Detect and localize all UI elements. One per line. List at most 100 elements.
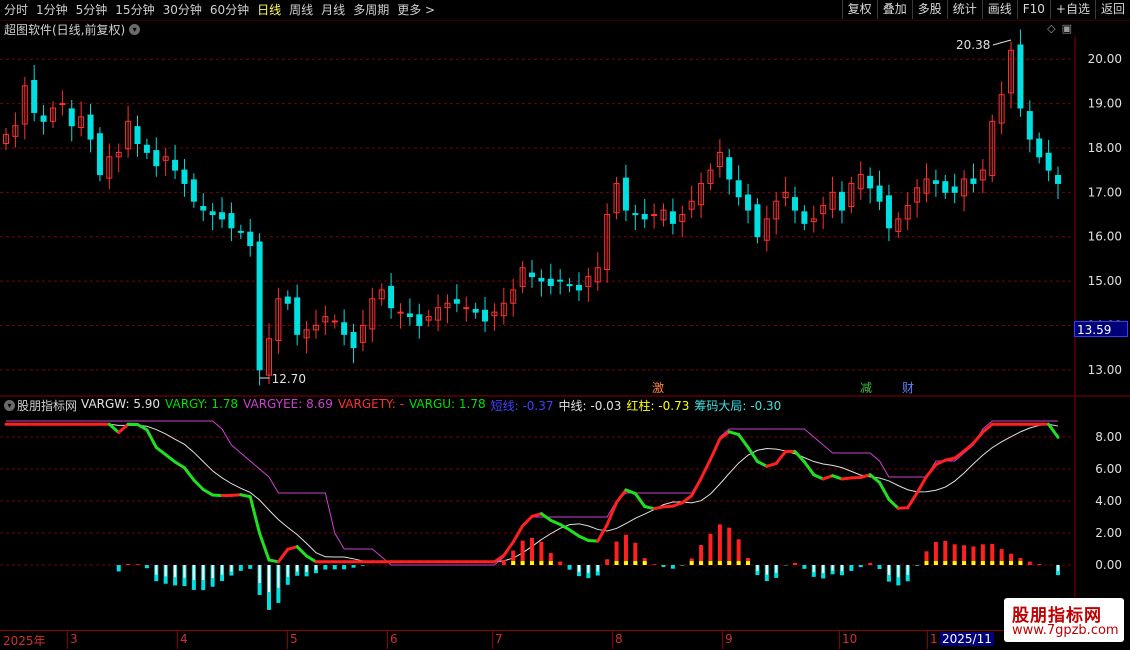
candle-body: [209, 211, 216, 215]
histogram-bar-yellow: [511, 561, 516, 565]
histogram-bar-up: [717, 524, 722, 565]
indicator-axis-label: 0.00: [1095, 558, 1122, 572]
date-label-5: 7: [495, 632, 503, 646]
histogram-bar-white: [211, 565, 214, 579]
candle-body: [228, 213, 235, 229]
candle-body: [557, 279, 564, 282]
vargu-segment: [774, 449, 788, 465]
candle-body: [388, 285, 395, 309]
histogram-bar-white: [155, 565, 158, 575]
date-tick: [839, 631, 840, 649]
histogram-bar-yellow: [633, 561, 638, 565]
current-price-tag: 13.59: [1074, 321, 1128, 337]
histogram-bar-down: [661, 565, 666, 567]
watermark-logo: 股朋指标网 www.7gpzb.com: [1004, 598, 1124, 642]
candle-body: [219, 212, 226, 220]
vargu-segment: [182, 466, 196, 482]
histogram-bar-yellow: [614, 561, 619, 565]
logo-url: www.7gpzb.com: [1012, 623, 1119, 638]
histogram-bar-white: [775, 565, 778, 573]
histogram-bar-down: [915, 565, 920, 566]
vargu-segment: [878, 480, 891, 501]
histogram-bar-down: [567, 565, 572, 570]
histogram-bar-yellow: [933, 561, 938, 565]
vargu-segment: [596, 523, 609, 543]
histogram-bar-yellow: [736, 561, 741, 565]
candle-body: [876, 185, 883, 202]
histogram-bar-yellow: [539, 561, 544, 565]
candle-body: [651, 214, 658, 216]
candle-body: [181, 169, 188, 184]
candle-body: [256, 241, 263, 371]
vargu-segment: [633, 492, 647, 508]
histogram-bar-down: [670, 565, 675, 569]
histogram-bar-white: [202, 565, 205, 581]
histogram-bar-down: [332, 565, 337, 570]
histogram-bar-up: [623, 534, 628, 565]
histogram-bar-up: [868, 562, 873, 565]
histogram-bar-yellow: [746, 561, 751, 565]
candle-body: [838, 191, 845, 211]
vargu-segment: [906, 491, 919, 510]
histogram-bar-yellow: [520, 561, 525, 565]
date-tick: [67, 631, 68, 649]
kline-chart[interactable]: 20.00 19.00 18.00 17.00 16.00 15.00 1 4.00 13.00…: [0, 0, 1130, 650]
candle-body: [1017, 44, 1024, 109]
histogram-bar-yellow: [717, 561, 722, 565]
date-tick: [387, 631, 388, 649]
histogram-bar-yellow: [924, 561, 929, 565]
candle-body: [172, 159, 179, 171]
histogram-bar-yellow: [699, 561, 704, 565]
price-axis-label: 20.00: [1088, 52, 1122, 66]
candle-body: [867, 175, 874, 189]
histogram-bar-yellow: [623, 561, 628, 565]
vargu-segment: [173, 460, 186, 470]
event-badge-1: 减: [860, 381, 872, 395]
indicator-value-6: 中线: -0.03: [558, 398, 622, 413]
candle-body: [801, 211, 808, 224]
histogram-bar-down: [858, 565, 863, 568]
vargu-segment: [737, 433, 750, 449]
date-label-6: 8: [615, 632, 623, 646]
indicator-name: 股朋指标网: [17, 398, 78, 413]
histogram-bar-down: [144, 565, 149, 569]
vargu-segment: [962, 441, 975, 453]
histogram-bar-up: [793, 562, 797, 565]
vargu-segment: [136, 422, 149, 432]
candle-body: [538, 277, 545, 282]
histogram-bar-down: [342, 565, 347, 570]
histogram-bar-yellow: [980, 561, 985, 565]
vargu-segment: [915, 474, 928, 495]
candle-body: [68, 108, 75, 127]
histogram-bar-white: [765, 565, 768, 575]
date-tick: [287, 631, 288, 649]
vargu-segment: [577, 534, 590, 542]
indicator-axis-label: 2.00: [1095, 526, 1122, 540]
histogram-bar-up: [1027, 561, 1032, 565]
indicator-axis-label: 4.00: [1095, 494, 1122, 508]
histogram-bar-down: [680, 565, 685, 566]
date-tick: [177, 631, 178, 649]
indicator-value-0: VARGW: 5.90: [81, 396, 161, 411]
indicator-value-4: VARGU: 1.78: [408, 396, 486, 411]
price-axis-label: 13.00: [1088, 363, 1122, 377]
histogram-bar-up: [605, 559, 610, 565]
candle-body: [575, 285, 582, 291]
date-label-1: 3: [70, 632, 78, 646]
histogram-bar-white: [221, 565, 224, 575]
chevron-down-icon[interactable]: ▾: [4, 399, 15, 411]
vargu-segment: [690, 476, 703, 498]
histogram-bar-white: [587, 565, 590, 573]
histogram-bar-yellow: [999, 561, 1004, 565]
candle-body: [792, 197, 798, 211]
candle-body: [397, 311, 404, 314]
vargu-segment: [192, 478, 205, 491]
vargu-segment: [154, 445, 168, 457]
indicator-value-8: 筹码大局: -0.30: [694, 398, 782, 413]
price-axis-label: 16.00: [1088, 230, 1122, 244]
high-arrow: [992, 39, 1012, 46]
indicator-value-3: VARGETY: -: [337, 396, 404, 411]
candle-body: [87, 114, 94, 140]
date-axis: 2025/11 2025年 3 4 5 6 7 8 9 10 1: [0, 630, 1075, 649]
histogram-bar-yellow: [530, 561, 534, 565]
